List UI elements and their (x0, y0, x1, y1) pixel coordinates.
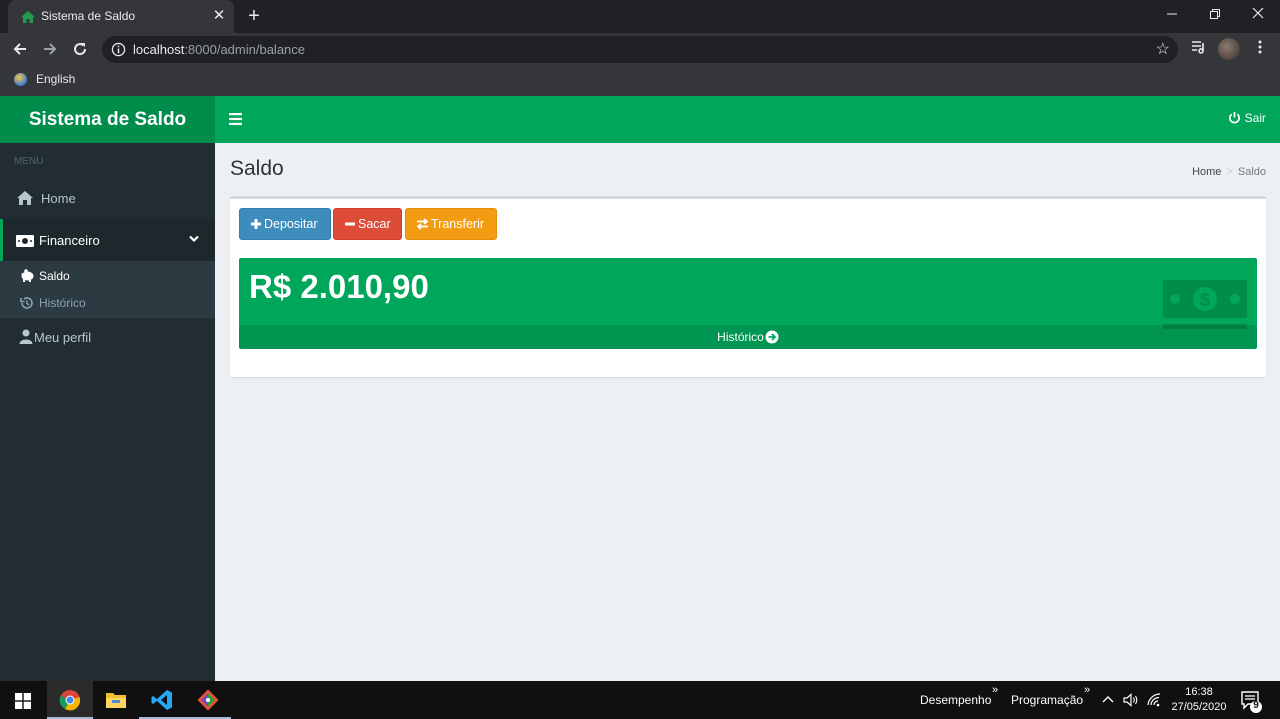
taskbar-file-explorer[interactable] (93, 681, 139, 719)
page-title: Saldo (230, 157, 284, 180)
speaker-icon[interactable] (1123, 693, 1139, 707)
tab-close-icon[interactable]: ✕ (209, 6, 229, 26)
money-icon (16, 235, 34, 247)
chevron-up-icon[interactable] (1102, 695, 1114, 703)
bookmark-english[interactable]: English (36, 72, 75, 86)
clock-date: 27/05/2020 (1171, 701, 1227, 713)
withdraw-button[interactable]: Sacar (333, 208, 402, 240)
app-container: Sistema de Saldo Sair MENU Home Financei… (0, 96, 1280, 681)
history-link[interactable]: Histórico (239, 325, 1257, 349)
balance-amount: R$ 2.010,90 (249, 268, 429, 305)
plus-icon (251, 219, 261, 229)
git-icon (197, 689, 219, 711)
sidebar-item-label: Financeiro (39, 233, 100, 248)
bookmarks-bar: English (0, 65, 1280, 96)
minimize-icon[interactable] (1150, 0, 1194, 30)
info-icon[interactable] (111, 42, 126, 57)
browser-tab-strip: Sistema de Saldo ✕ + (0, 0, 1280, 33)
vscode-icon (151, 690, 172, 710)
chrome-icon (59, 690, 81, 711)
breadcrumb-current: Saldo (1237, 166, 1266, 178)
globe-icon (14, 73, 27, 86)
profile-avatar[interactable] (1218, 38, 1240, 60)
house-favicon-icon (21, 11, 35, 23)
power-icon (1228, 111, 1240, 124)
chevron-down-icon (189, 235, 199, 243)
sidebar-item-label: Saldo (39, 269, 70, 283)
taskbar-git[interactable] (185, 681, 231, 719)
restore-icon[interactable] (1193, 0, 1237, 30)
piggy-bank-icon (21, 269, 34, 282)
browser-tab[interactable]: Sistema de Saldo ✕ (8, 0, 234, 33)
balance-card: R$ 2.010,90 $ Histórico (239, 258, 1257, 349)
top-navbar: Sair (215, 96, 1280, 143)
url-text[interactable]: localhost:8000/admin/balance (133, 42, 305, 57)
sidebar: MENU Home Financeiro Saldo Histórico Meu… (0, 143, 215, 681)
deposit-button[interactable]: Depositar (239, 208, 331, 240)
new-tab-button[interactable]: + (242, 4, 266, 28)
hamburger-menu-icon[interactable] (229, 112, 243, 126)
svg-text:$: $ (1200, 290, 1211, 311)
browser-toolbar: localhost:8000/admin/balance ☆ (0, 33, 1280, 65)
home-icon (17, 191, 33, 205)
address-bar[interactable]: localhost:8000/admin/balance ☆ (102, 36, 1178, 63)
sidebar-item-label: Home (41, 191, 76, 206)
financeiro-submenu: Saldo Histórico (0, 261, 215, 318)
exchange-icon (416, 218, 429, 230)
bookmark-star-icon[interactable]: ☆ (1156, 39, 1170, 59)
media-queue-icon[interactable] (1188, 38, 1210, 60)
chevron-right-icon[interactable]: » (992, 684, 998, 696)
close-window-icon[interactable] (1236, 0, 1280, 30)
sidebar-item-label: Meu perfil (34, 330, 92, 345)
reload-icon[interactable] (68, 37, 92, 61)
chevron-right-icon[interactable]: » (1084, 684, 1090, 696)
sidebar-item-saldo[interactable]: Saldo (0, 263, 215, 289)
breadcrumb: Home > Saldo (1192, 166, 1266, 178)
clock-time: 16:38 (1185, 686, 1213, 698)
sidebar-item-historico[interactable]: Histórico (0, 290, 215, 316)
taskbar-toolbar-programacao[interactable]: Programação (1011, 693, 1083, 707)
folder-icon (106, 693, 126, 708)
transfer-button[interactable]: Transferir (405, 208, 497, 240)
tab-title: Sistema de Saldo (41, 9, 136, 23)
sidebar-item-label: Histórico (39, 296, 86, 310)
logout-button[interactable]: Sair (1228, 111, 1266, 125)
taskbar-chrome[interactable] (47, 681, 93, 719)
forward-icon[interactable] (38, 37, 62, 61)
taskbar-toolbar-desempenho[interactable]: Desempenho (920, 693, 991, 707)
taskbar-vscode[interactable] (139, 681, 185, 719)
app-logo[interactable]: Sistema de Saldo (0, 96, 215, 143)
sidebar-item-home[interactable]: Home (0, 178, 215, 218)
windows-start-icon[interactable] (15, 693, 31, 709)
sidebar-item-profile[interactable]: Meu perfil (0, 317, 215, 357)
user-icon (19, 329, 33, 344)
balance-box: Depositar Sacar Transferir R$ 2.010,90 $… (230, 196, 1266, 377)
breadcrumb-home[interactable]: Home (1192, 166, 1221, 178)
wifi-icon[interactable] (1147, 693, 1163, 707)
arrow-circle-right-icon (765, 330, 779, 344)
system-clock[interactable]: 16:38 27/05/2020 (1168, 685, 1230, 715)
sidebar-item-financeiro[interactable]: Financeiro (0, 219, 215, 261)
windows-taskbar: Desempenho » Programação » 16:38 27/05/2… (0, 681, 1280, 719)
notification-count-badge: 9 (1253, 700, 1259, 711)
more-menu-icon[interactable] (1249, 38, 1271, 60)
back-icon[interactable] (8, 37, 32, 61)
minus-icon (345, 222, 355, 226)
menu-header: MENU (14, 156, 44, 167)
logout-label: Sair (1244, 111, 1266, 125)
history-icon (20, 297, 33, 309)
